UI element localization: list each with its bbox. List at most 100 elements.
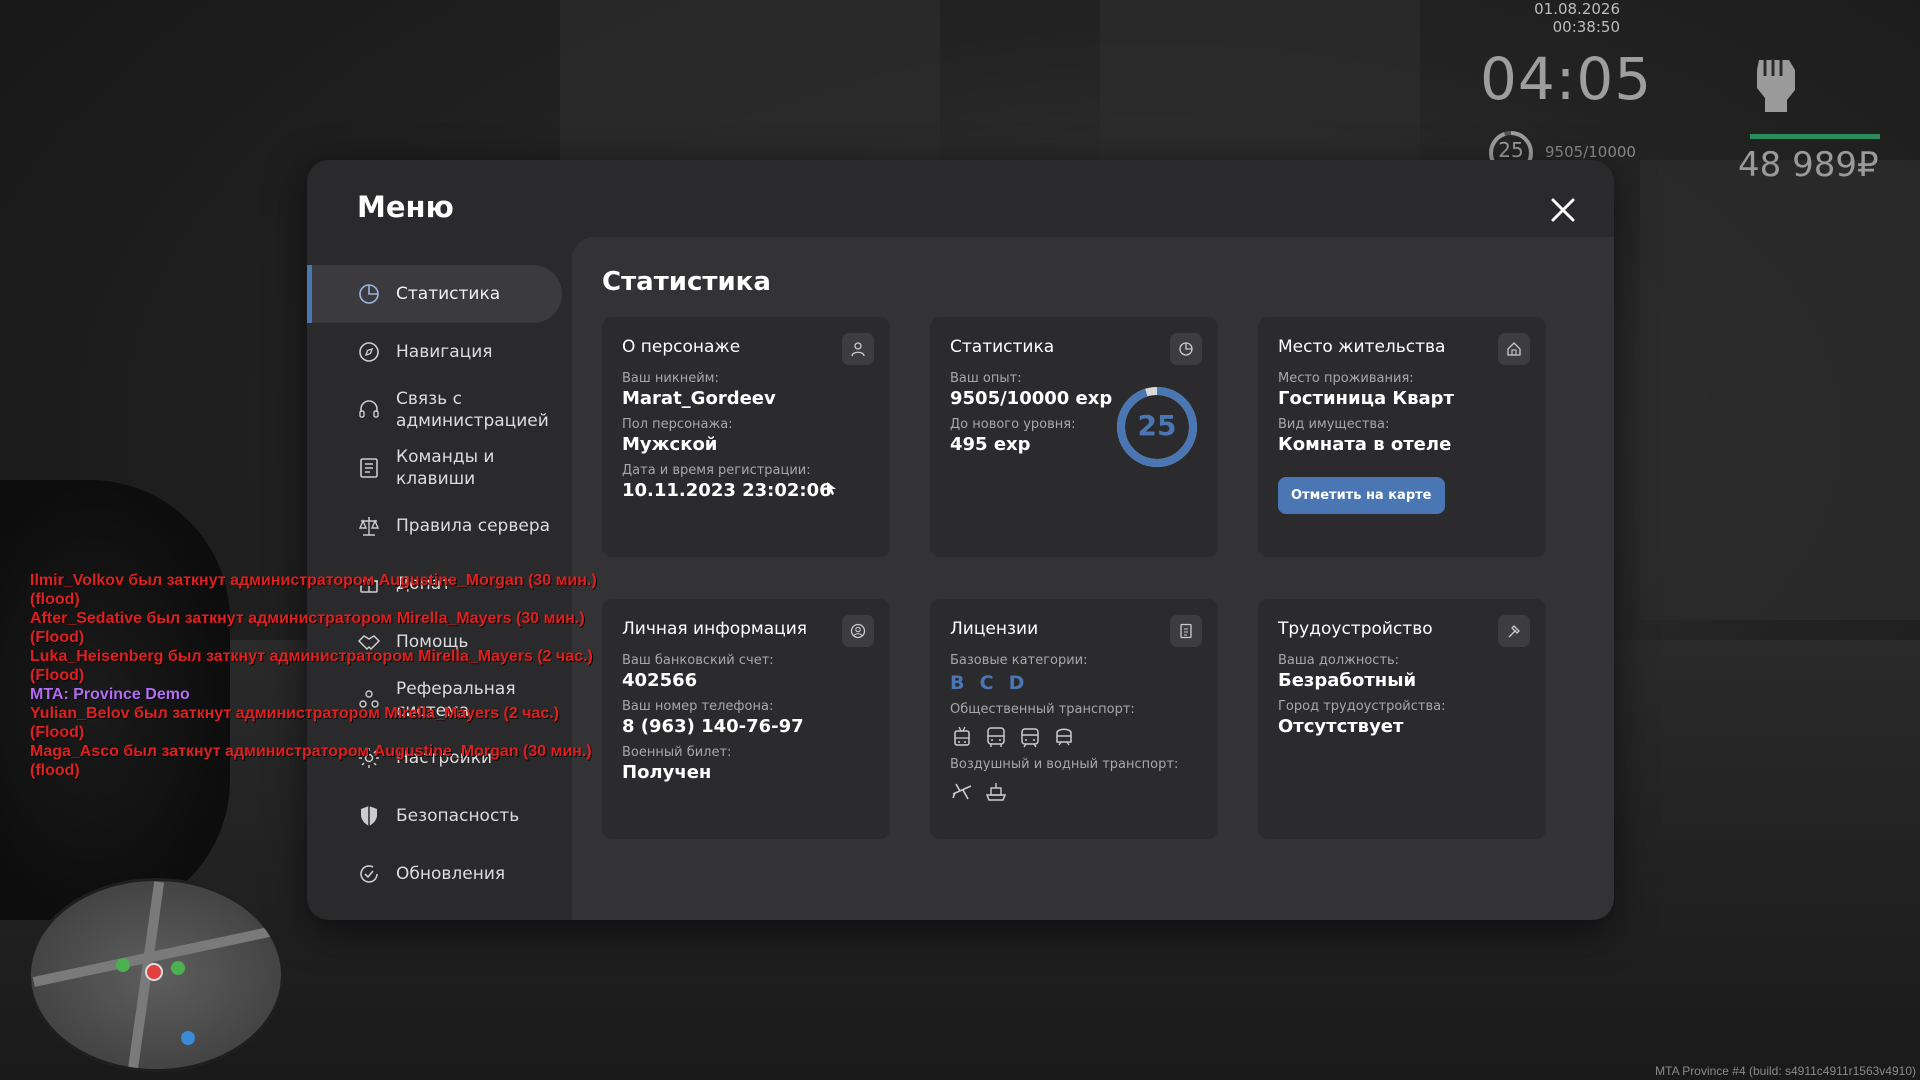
headset-icon <box>359 400 379 418</box>
hud-datetime: 01.08.2026 00:38:50 <box>1534 0 1620 36</box>
chat-line: (flood) <box>30 762 80 779</box>
sidebar-item-commands[interactable]: Команды и клавиши <box>307 439 572 497</box>
military-label: Военный билет: <box>622 745 732 760</box>
plane-icon <box>952 783 972 800</box>
build-info: MTA Province #4 (build: s4911c4911r1563v… <box>1655 1064 1916 1078</box>
card-title: Статистика <box>950 337 1055 357</box>
card-employment: Трудоустройство Ваша должность: Безработ… <box>1258 599 1546 839</box>
chat-line: MTA: Province Demo <box>30 686 190 703</box>
marker-blip <box>41 907 55 921</box>
base-categories: B C D <box>950 672 1198 694</box>
menu-window: Меню Статистика Навигация Связь с админи… <box>307 160 1614 920</box>
bank-value: 402566 <box>622 670 698 691</box>
document-list-icon <box>360 458 378 478</box>
sidebar-item-security[interactable]: Безопасность <box>307 787 572 845</box>
chat-line: Luka_Heisenberg был заткнут администрато… <box>30 648 593 665</box>
card-title: Трудоустройство <box>1278 619 1433 639</box>
sidebar-item-label: Навигация <box>396 342 493 362</box>
id-card-icon <box>1170 615 1202 647</box>
air-water-icons <box>950 780 1198 804</box>
phone-value: 8 (963) 140-76-97 <box>622 716 804 737</box>
card-licenses: Лицензии Базовые категории: B C D Общест… <box>930 599 1218 839</box>
marker-blip <box>181 1031 195 1045</box>
player-blip <box>145 963 163 981</box>
compass-icon <box>359 342 379 362</box>
position-value: Безработный <box>1278 670 1417 691</box>
job-city-label: Город трудоустройства: <box>1278 699 1446 714</box>
bus-icon <box>987 727 1005 747</box>
sidebar-item-label: Безопасность <box>396 806 520 826</box>
hud-clock: 04:05 <box>1480 45 1653 113</box>
air-water-label: Воздушный и водный транспорт: <box>950 757 1179 772</box>
sidebar-item-label: Обновления <box>396 864 506 884</box>
sidebar-item-label: Статистика <box>396 284 501 304</box>
property-type-label: Вид имущества: <box>1278 417 1390 432</box>
marker-blip <box>116 958 130 972</box>
mark-on-map-button[interactable]: Отметить на карте <box>1278 477 1445 514</box>
nickname-value: Marat_Gordeev <box>622 388 776 409</box>
mouse-cursor-icon <box>827 482 836 495</box>
card-character: О персонаже Ваш никнейм: Marat_Gordeev П… <box>602 317 890 557</box>
job-city-value: Отсутствует <box>1278 716 1404 737</box>
hud-money: 48 989₽ <box>1738 145 1879 185</box>
shield-icon <box>361 806 377 826</box>
nickname-label: Ваш никнейм: <box>622 371 719 386</box>
close-icon[interactable] <box>1545 192 1581 228</box>
chat-line: (Flood) <box>30 724 85 741</box>
chat-line: (Flood) <box>30 667 85 684</box>
card-title: Место жительства <box>1278 337 1446 357</box>
residence-place-value: Гостиница Кварт <box>1278 388 1454 409</box>
level-number: 25 <box>1137 409 1177 442</box>
public-transport-label: Общественный транспорт: <box>950 702 1135 717</box>
license-category: D <box>1008 672 1025 694</box>
base-categories-label: Базовые категории: <box>950 653 1088 668</box>
page-title: Статистика <box>602 267 771 297</box>
sidebar-item-label: Команды и клавиши <box>396 447 495 489</box>
sidebar-item-updates[interactable]: Обновления <box>307 845 572 903</box>
public-transport-icons <box>950 725 1198 749</box>
bank-label: Ваш банковский счет: <box>622 653 774 668</box>
trolleybus-icon <box>954 726 970 746</box>
gender-label: Пол персонажа: <box>622 417 733 432</box>
refresh-check-icon <box>360 865 378 883</box>
chat-line: Maga_Asco был заткнут администратором Au… <box>30 743 592 760</box>
license-category: B <box>950 672 965 694</box>
phone-label: Ваш номер телефона: <box>622 699 774 714</box>
hud-exp: 9505/10000 <box>1545 143 1636 161</box>
position-label: Ваша должность: <box>1278 653 1400 668</box>
card-stats: Статистика Ваш опыт: 9505/10000 exp До н… <box>930 317 1218 557</box>
hammer-icon <box>1498 615 1530 647</box>
health-bar <box>1750 134 1880 139</box>
fist-icon <box>1757 58 1795 112</box>
tram-icon <box>1021 728 1039 748</box>
card-title: О персонаже <box>622 337 741 357</box>
registration-label: Дата и время регистрации: <box>622 463 811 478</box>
card-residence: Место жительства Место проживания: Гости… <box>1258 317 1546 557</box>
user-icon <box>842 333 874 365</box>
scales-icon <box>358 517 380 536</box>
sidebar-item-label: Правила сервера <box>396 516 551 536</box>
boat-icon <box>985 783 1007 801</box>
hud-level: 25 <box>1498 138 1524 162</box>
menu-title: Меню <box>357 190 454 224</box>
sidebar-item-contact-admin[interactable]: Связь с администрацией <box>307 381 572 439</box>
marker-blip <box>171 961 185 975</box>
card-personal-info: Личная информация Ваш банковский счет: 4… <box>602 599 890 839</box>
chat-line: Yulian_Belov был заткнут администратором… <box>30 705 560 722</box>
chart-pie-icon <box>359 284 379 304</box>
gender-value: Мужской <box>622 434 718 455</box>
chat-line: After_Sedative был заткнут администратор… <box>30 610 585 627</box>
chat-line: (flood) <box>30 591 80 608</box>
sidebar-item-navigation[interactable]: Навигация <box>307 323 572 381</box>
residence-place-label: Место проживания: <box>1278 371 1414 386</box>
train-icon <box>1056 728 1072 746</box>
chart-pie-icon <box>1170 333 1202 365</box>
property-type-value: Комната в отеле <box>1278 434 1452 455</box>
military-value: Получен <box>622 762 712 783</box>
card-title: Лицензии <box>950 619 1039 639</box>
content-panel: Статистика О персонаже Ваш никнейм: Mara… <box>572 237 1614 920</box>
user-circle-icon <box>842 615 874 647</box>
card-title: Личная информация <box>622 619 808 639</box>
sidebar-item-rules[interactable]: Правила сервера <box>307 497 572 555</box>
sidebar-item-statistics[interactable]: Статистика <box>307 265 562 323</box>
